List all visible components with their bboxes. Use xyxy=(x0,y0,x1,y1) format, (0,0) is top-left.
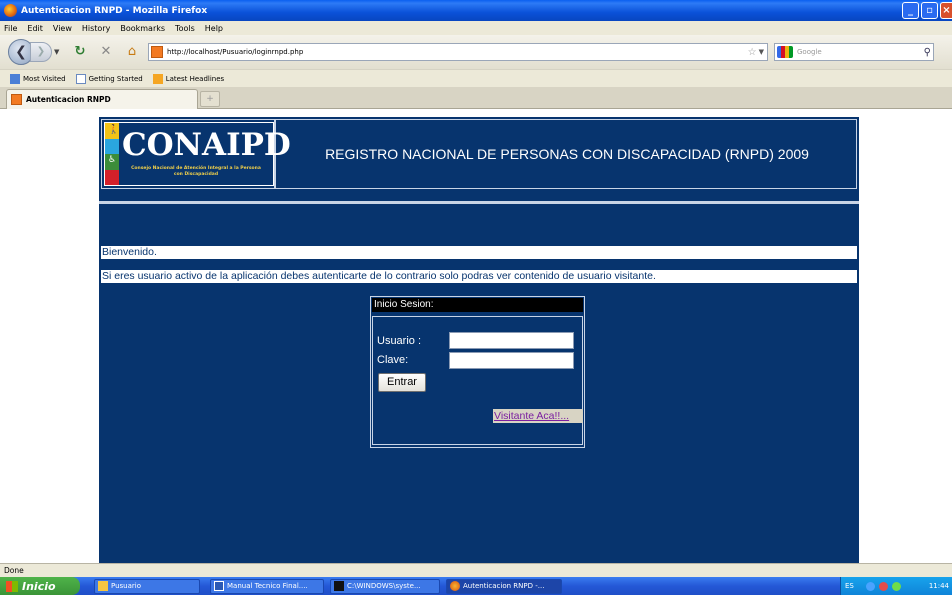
menu-tools[interactable]: Tools xyxy=(175,24,195,33)
login-panel: Inicio Sesion: Usuario : Clave: Entrar V… xyxy=(370,296,585,448)
system-tray: ES 11:44 xyxy=(840,577,952,595)
search-bar[interactable]: Google ⚲ xyxy=(774,43,934,61)
title-bar: Autenticacion RNPD - Mozilla Firefox _ ▫… xyxy=(0,0,952,21)
url-dropdown-icon[interactable]: ▼ xyxy=(759,48,764,56)
rss-icon xyxy=(152,73,163,84)
login-submit-button[interactable]: Entrar xyxy=(378,373,426,392)
login-form: Usuario : Clave: Entrar Visitante Aca!!.… xyxy=(372,316,583,445)
status-bar: Done xyxy=(0,563,952,577)
task-label: Pusuario xyxy=(111,582,142,590)
window-title: Autenticacion RNPD - Mozilla Firefox xyxy=(21,5,208,16)
url-text: http://localhost/Pusuario/loginrnpd.php xyxy=(167,48,304,56)
task-label: C:\WINDOWS\syste... xyxy=(347,582,421,590)
logo-subtitle: Consejo Nacional de Atención Integral a … xyxy=(131,166,261,177)
password-label: Clave: xyxy=(377,354,409,366)
username-input[interactable] xyxy=(449,332,574,349)
most-visited-icon xyxy=(10,73,20,84)
taskbar-item-firefox[interactable]: Autenticacion RNPD -... xyxy=(446,578,562,594)
stop-icon[interactable]: ✕ xyxy=(96,42,116,62)
reload-icon[interactable]: ↻ xyxy=(70,42,90,62)
word-icon xyxy=(214,581,224,591)
logo-cell: 🚶 ♿ CONAIPD Consejo Nacional de Atención… xyxy=(102,120,291,188)
network-icon[interactable] xyxy=(865,581,875,591)
welcome-text: Bienvenido. xyxy=(101,246,857,259)
start-button[interactable]: Inicio xyxy=(0,577,80,595)
page-container: 🚶 ♿ CONAIPD Consejo Nacional de Atención… xyxy=(99,117,859,563)
bookmark-label: Most Visited xyxy=(23,74,66,83)
search-icon[interactable]: ⚲ xyxy=(924,47,931,58)
task-label: Autenticacion RNPD -... xyxy=(463,582,545,590)
bookmark-label: Latest Headlines xyxy=(165,74,225,83)
content-viewport: 🚶 ♿ CONAIPD Consejo Nacional de Atención… xyxy=(0,109,952,563)
folder-icon xyxy=(98,581,108,591)
page-title: REGISTRO NACIONAL DE PERSONAS CON DISCAP… xyxy=(325,146,809,162)
bookmark-getting-started[interactable]: Getting Started xyxy=(75,73,143,84)
windows-taskbar: Inicio Pusuario Manual Tecnico Final....… xyxy=(0,577,952,595)
tab-autenticacion[interactable]: Autenticacion RNPD xyxy=(6,89,198,109)
header-divider xyxy=(99,201,859,204)
bookmark-most-visited[interactable]: Most Visited xyxy=(10,73,66,84)
search-engine-icon[interactable] xyxy=(777,46,793,58)
history-dropdown-icon[interactable]: ▼ xyxy=(54,48,64,56)
page-icon xyxy=(75,73,86,84)
search-placeholder: Google xyxy=(797,48,822,56)
logo-text: CONAIPD xyxy=(122,127,291,163)
navigation-toolbar: ❮ ❯ ▼ ↻ ✕ ⌂ http://localhost/Pusuario/lo… xyxy=(0,35,952,69)
wheelchair-icon: ♿ xyxy=(108,155,117,165)
menu-bookmarks[interactable]: Bookmarks xyxy=(120,24,165,33)
close-button[interactable]: × xyxy=(940,2,952,19)
bookmark-latest-headlines[interactable]: Latest Headlines xyxy=(152,73,225,84)
bookmarks-toolbar: Most Visited Getting Started Latest Head… xyxy=(0,69,952,87)
home-icon[interactable]: ⌂ xyxy=(122,42,142,62)
login-heading: Inicio Sesion: xyxy=(372,298,583,312)
menu-edit[interactable]: Edit xyxy=(27,24,43,33)
page-header: 🚶 ♿ CONAIPD Consejo Nacional de Atención… xyxy=(101,119,857,189)
language-indicator[interactable]: ES xyxy=(845,582,854,590)
task-label: Manual Tecnico Final.... xyxy=(227,582,308,590)
start-label: Inicio xyxy=(22,579,56,593)
menu-help[interactable]: Help xyxy=(205,24,223,33)
username-label: Usuario : xyxy=(377,335,422,347)
maximize-button[interactable]: ▫ xyxy=(921,2,938,19)
clock: 11:44 xyxy=(928,582,949,590)
url-bar[interactable]: http://localhost/Pusuario/loginrnpd.php … xyxy=(148,43,768,61)
forward-button[interactable]: ❯ xyxy=(30,42,52,62)
taskbar-item-manual[interactable]: Manual Tecnico Final.... xyxy=(210,578,324,594)
menu-file[interactable]: File xyxy=(4,24,17,33)
site-icon xyxy=(151,46,163,58)
menu-view[interactable]: View xyxy=(53,24,72,33)
windows-logo-icon xyxy=(6,580,18,592)
logo-bar-blue xyxy=(105,138,119,154)
tab-title: Autenticacion RNPD xyxy=(26,95,111,104)
new-tab-button[interactable]: + xyxy=(200,91,220,107)
bookmark-label: Getting Started xyxy=(88,74,143,83)
firefox-icon xyxy=(450,581,460,591)
firefox-icon xyxy=(4,4,17,17)
conaipd-logo: 🚶 ♿ CONAIPD Consejo Nacional de Atención… xyxy=(104,122,291,186)
menu-bar: File Edit View History Bookmarks Tools H… xyxy=(0,21,952,35)
window-controls: _ ▫ × xyxy=(902,2,952,19)
security-icon[interactable] xyxy=(878,581,888,591)
tab-strip: Autenticacion RNPD + xyxy=(0,87,952,109)
minimize-button[interactable]: _ xyxy=(902,2,919,19)
walking-person-icon: 🚶 xyxy=(108,125,120,135)
logo-bar-red xyxy=(105,169,119,185)
signal-icon[interactable] xyxy=(891,581,901,591)
bookmark-star-icon[interactable]: ☆ xyxy=(748,47,757,58)
menu-history[interactable]: History xyxy=(82,24,110,33)
taskbar-item-pusuario[interactable]: Pusuario xyxy=(94,578,200,594)
cmd-icon xyxy=(334,581,344,591)
taskbar-item-cmd[interactable]: C:\WINDOWS\syste... xyxy=(330,578,440,594)
info-text: Si eres usuario activo de la aplicación … xyxy=(101,270,857,283)
visitor-link[interactable]: Visitante Aca!!... xyxy=(493,409,583,423)
site-icon xyxy=(11,94,22,105)
password-input[interactable] xyxy=(449,352,574,369)
